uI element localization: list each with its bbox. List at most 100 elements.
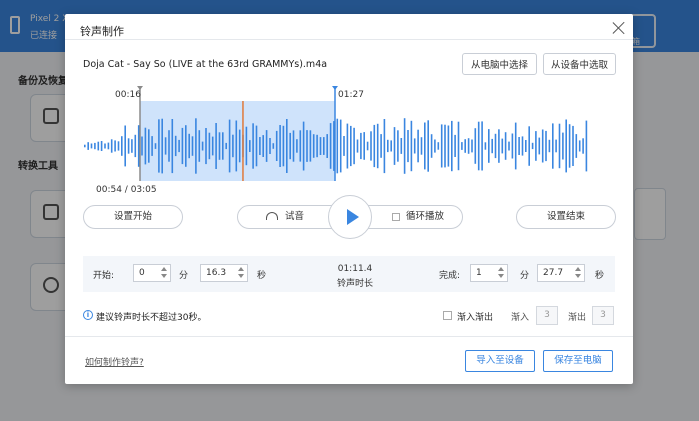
waveform-bar: [117, 141, 120, 151]
waveform-bar: [134, 134, 137, 158]
fade-checkbox[interactable]: [443, 311, 452, 320]
set-start-button[interactable]: 设置开始: [83, 205, 183, 229]
start-minute-spinner[interactable]: [161, 266, 167, 280]
set-end-button[interactable]: 设置结束: [516, 205, 616, 229]
end-second-spinner[interactable]: [575, 266, 581, 280]
waveform-bar: [582, 138, 584, 154]
waveform-bar: [444, 124, 446, 168]
end-marker-time: 01:27: [338, 90, 364, 100]
fade-in-input[interactable]: 3: [536, 306, 558, 325]
waveform-bar: [279, 125, 281, 167]
close-icon[interactable]: [610, 19, 628, 37]
waveform-bar: [383, 119, 386, 174]
waveform-bar: [252, 123, 254, 169]
waveform-bar: [410, 120, 413, 172]
waveform-bar: [420, 137, 423, 155]
waveform-bar: [282, 125, 285, 167]
start-second-input[interactable]: 16.3: [200, 264, 248, 282]
waveform-bar: [363, 132, 365, 160]
waveform-bar: [457, 121, 460, 171]
duration-value: 01:11.4: [337, 264, 373, 274]
waveform-bar: [148, 129, 150, 163]
start-second-spinner[interactable]: [238, 266, 244, 280]
waveform-bar: [558, 123, 561, 169]
waveform-bar: [461, 142, 463, 150]
waveform-bar: [121, 136, 123, 156]
waveform-bar: [397, 130, 399, 162]
save-to-pc-button[interactable]: 保存至电脑: [543, 350, 613, 372]
waveform-bar: [225, 142, 227, 150]
start-second-unit: 秒: [257, 271, 267, 281]
choose-from-device-button[interactable]: 从设备中选取: [543, 53, 616, 75]
loop-checkbox[interactable]: [392, 213, 400, 221]
preview-button[interactable]: 试音: [285, 206, 304, 228]
range-panel: 开始: 0 分 16.3 秒 01:11.4 铃声时长 完成: 1 分 27.7…: [83, 256, 615, 292]
waveform-bar: [562, 132, 564, 160]
end-second-input[interactable]: 27.7: [537, 264, 585, 282]
duration-label: 铃声时长: [336, 279, 373, 289]
waveform-bar: [454, 134, 456, 157]
choose-from-pc-button[interactable]: 从电脑中选择: [462, 53, 537, 75]
waveform-bar: [222, 132, 224, 160]
waveform-bar: [151, 136, 153, 156]
play-icon: [347, 209, 359, 225]
start-minute-input[interactable]: 0: [133, 264, 171, 282]
fade-out-label: 渐出: [568, 313, 587, 323]
waveform-bar: [373, 124, 376, 168]
waveform-bar: [521, 136, 524, 156]
waveform-bar: [87, 142, 89, 150]
fade-label[interactable]: 渐入渐出: [457, 310, 493, 323]
end-minute-spinner[interactable]: [498, 266, 504, 280]
waveform-bar: [380, 134, 382, 158]
waveform-bar: [451, 120, 453, 172]
waveform-bar: [329, 123, 332, 169]
waveform-bar: [447, 125, 450, 167]
waveform-bar: [528, 126, 530, 166]
start-label: 开始:: [93, 271, 115, 281]
fade-out-input[interactable]: 3: [592, 306, 614, 325]
end-minute-value: 1: [476, 268, 482, 278]
waveform-graphic[interactable]: [83, 86, 613, 194]
waveform-bar: [185, 125, 187, 167]
waveform-bar: [494, 133, 497, 159]
howto-link[interactable]: 如何制作铃声?: [85, 355, 144, 368]
waveform-bar: [191, 136, 194, 156]
duration-hint: 建议铃声时长不超过30秒。: [96, 313, 207, 323]
playback-position: 00:54 / 03:05: [96, 185, 157, 195]
play-button[interactable]: [328, 195, 372, 239]
waveform-bar: [158, 119, 160, 173]
waveform-bar: [336, 118, 339, 174]
waveform-bar: [181, 127, 184, 165]
start-minute-unit: 分: [179, 271, 189, 281]
headphones-icon: [266, 212, 278, 220]
loop-label[interactable]: 循环播放: [406, 206, 444, 228]
waveform-bar: [430, 134, 433, 158]
waveform-bar: [518, 137, 520, 155]
waveform-bar: [474, 128, 477, 164]
waveform-bar: [144, 127, 147, 165]
waveform-bar: [538, 137, 541, 155]
waveform-bar: [164, 137, 167, 155]
waveform-bar: [309, 130, 312, 162]
start-minute-value: 0: [139, 268, 145, 278]
waveform-bar: [511, 133, 514, 159]
waveform-bar: [575, 134, 578, 158]
waveform-bar: [131, 139, 133, 153]
waveform-bar: [390, 140, 392, 152]
waveform-bar: [471, 139, 473, 153]
waveform-bar: [417, 129, 419, 163]
end-minute-input[interactable]: 1: [470, 264, 508, 282]
waveform-bar: [127, 138, 130, 154]
waveform-bar: [504, 132, 507, 160]
waveform-editor[interactable]: [83, 86, 613, 194]
waveform-bar: [174, 135, 177, 157]
waveform-bar: [97, 141, 100, 151]
waveform-bar: [437, 142, 440, 150]
waveform-bar: [477, 121, 480, 171]
waveform-bar: [491, 138, 493, 154]
waveform-bar: [272, 143, 275, 149]
waveform-bar: [400, 138, 403, 154]
waveform-bar: [545, 130, 547, 162]
waveform-bar: [208, 132, 211, 160]
import-to-device-button[interactable]: 导入至设备: [465, 350, 535, 372]
